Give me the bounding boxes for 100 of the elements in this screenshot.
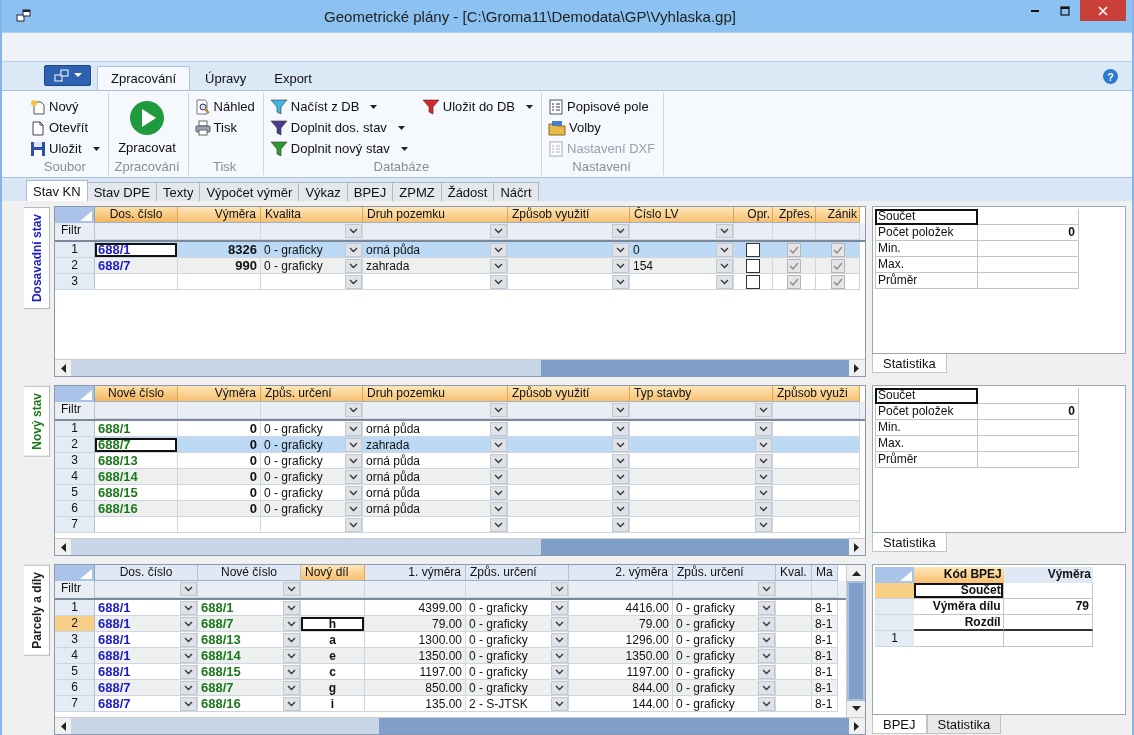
table-row[interactable]: 7 688/7 688/16 i 135.00 2 - S-JTSK 144.00 0 - graficky 8-1: [55, 696, 846, 712]
dropdown-button[interactable]: [490, 517, 507, 532]
ribbon-tab[interactable]: Zpracování: [97, 66, 191, 90]
dropdown-button[interactable]: [551, 600, 568, 615]
dropdown-button[interactable]: [612, 421, 629, 436]
column-header[interactable]: Dos. číslo: [95, 565, 198, 581]
dropdown-button[interactable]: [490, 453, 507, 468]
column-header[interactable]: 2. výměra: [569, 565, 673, 581]
dropdown-button[interactable]: [345, 485, 362, 500]
column-header[interactable]: Způs. určení: [466, 565, 569, 581]
dropdown-button[interactable]: [345, 403, 362, 417]
document-tab[interactable]: Výpočet výměr: [199, 182, 300, 201]
ribbon-button[interactable]: Uložit: [30, 138, 100, 159]
dropdown-button[interactable]: [490, 469, 507, 484]
dropdown-button[interactable]: [345, 437, 362, 452]
dropdown-button[interactable]: [758, 632, 775, 647]
dropdown-button[interactable]: [755, 517, 772, 532]
row-header[interactable]: 5: [55, 485, 95, 501]
dropdown-button[interactable]: [551, 582, 568, 596]
dropdown-button[interactable]: [716, 274, 733, 289]
vertical-scrollbar[interactable]: [846, 565, 865, 717]
ribbon-button[interactable]: Nový: [30, 96, 100, 117]
dropdown-button[interactable]: [283, 664, 300, 679]
dropdown-button[interactable]: [551, 680, 568, 695]
row-header[interactable]: 1: [875, 631, 915, 647]
row-header[interactable]: 3: [55, 453, 95, 469]
column-header[interactable]: Nový díl: [301, 565, 365, 581]
dropdown-button[interactable]: [755, 421, 772, 436]
dropdown-button[interactable]: [283, 632, 300, 647]
table-row[interactable]: 7: [55, 517, 865, 533]
table-row[interactable]: 2 688/1 688/7 h 79.00 0 - graficky 79.00 0 - graficky 8-1: [55, 616, 846, 632]
dropdown-button[interactable]: [180, 632, 197, 647]
dropdown-button[interactable]: [283, 648, 300, 663]
dropdown-button[interactable]: [345, 501, 362, 516]
document-tab[interactable]: Žádost: [440, 182, 495, 201]
filter-cell[interactable]: [508, 223, 630, 240]
horizontal-scrollbar[interactable]: [55, 538, 865, 555]
dropdown-button[interactable]: [758, 680, 775, 695]
dropdown-button[interactable]: [716, 258, 733, 273]
ribbon-button[interactable]: Zpracovat: [114, 97, 180, 158]
row-header[interactable]: 1: [55, 600, 95, 616]
horizontal-scrollbar[interactable]: [55, 359, 865, 376]
filter-cell[interactable]: [178, 402, 261, 419]
dropdown-button[interactable]: [180, 582, 197, 596]
dropdown-button[interactable]: [283, 582, 300, 596]
dropdown-button[interactable]: [612, 437, 629, 452]
dropdown-button[interactable]: [490, 485, 507, 500]
panel-tab[interactable]: BPEJ: [872, 715, 927, 734]
dropdown-button[interactable]: [551, 632, 568, 647]
ribbon-button[interactable]: Volby: [548, 117, 656, 138]
dropdown-button[interactable]: [612, 501, 629, 516]
dropdown-button[interactable]: [180, 696, 197, 711]
side-tab[interactable]: Nový stav: [24, 386, 50, 457]
document-tab[interactable]: Stav KN: [26, 180, 88, 201]
dropdown-button[interactable]: [612, 274, 629, 289]
table-row[interactable]: 1 688/1 8326 0 - graficky orná půda 0: [55, 242, 865, 258]
document-tab[interactable]: Stav DPE: [86, 182, 158, 201]
table-row[interactable]: 4 688/1 688/14 e 1350.00 0 - graficky 1350.00 0 - graficky 8-1: [55, 648, 846, 664]
filter-cell[interactable]: [569, 581, 673, 598]
column-header[interactable]: Dos. číslo: [95, 207, 178, 223]
row-header[interactable]: 6: [55, 501, 95, 517]
dropdown-button[interactable]: [490, 242, 507, 257]
dropdown-button[interactable]: [612, 403, 629, 417]
filter-cell[interactable]: [261, 402, 363, 419]
filter-cell[interactable]: [301, 581, 365, 598]
column-header[interactable]: Výměra: [178, 207, 261, 223]
panel-tab[interactable]: Statistika: [872, 533, 947, 552]
ribbon-button[interactable]: Načíst z DB: [269, 96, 408, 117]
column-header[interactable]: Výměra: [1003, 567, 1093, 583]
document-tab[interactable]: Texty: [156, 182, 201, 201]
dropdown-button[interactable]: [180, 664, 197, 679]
row-header[interactable]: 5: [55, 664, 95, 680]
dropdown-button[interactable]: [758, 664, 775, 679]
row-header[interactable]: 4: [55, 648, 95, 664]
dropdown-button[interactable]: [180, 600, 197, 615]
dropdown-button[interactable]: [612, 453, 629, 468]
column-header[interactable]: 1. výměra: [365, 565, 466, 581]
column-header[interactable]: Typ stavby: [630, 386, 773, 402]
ribbon-button[interactable]: Doplnit nový stav: [269, 138, 408, 159]
column-header[interactable]: Kvalita: [261, 207, 363, 223]
dropdown-button[interactable]: [755, 403, 772, 417]
table-row[interactable]: 2 688/7 990 0 - graficky zahrada 154: [55, 258, 865, 274]
ribbon-button[interactable]: Otevřít: [30, 117, 100, 138]
filter-cell[interactable]: [630, 402, 773, 419]
column-header[interactable]: Kód BPEJ: [914, 567, 1004, 583]
dropdown-button[interactable]: [755, 453, 772, 468]
dropdown-button[interactable]: [490, 258, 507, 273]
checkbox[interactable]: [746, 242, 760, 257]
dropdown-button[interactable]: [345, 274, 362, 289]
column-header[interactable]: Způs. určení: [673, 565, 776, 581]
filter-cell[interactable]: [363, 223, 508, 240]
dropdown-button[interactable]: [283, 600, 300, 615]
document-tab[interactable]: Náčrt: [493, 182, 539, 201]
ribbon-button[interactable]: Náhled: [194, 96, 255, 117]
dropdown-button[interactable]: [345, 242, 362, 257]
panel-tab[interactable]: Statistika: [926, 715, 1002, 734]
dropdown-button[interactable]: [490, 501, 507, 516]
filter-cell[interactable]: [812, 581, 838, 598]
dropdown-button[interactable]: [551, 696, 568, 711]
row-header[interactable]: 2: [55, 437, 95, 453]
